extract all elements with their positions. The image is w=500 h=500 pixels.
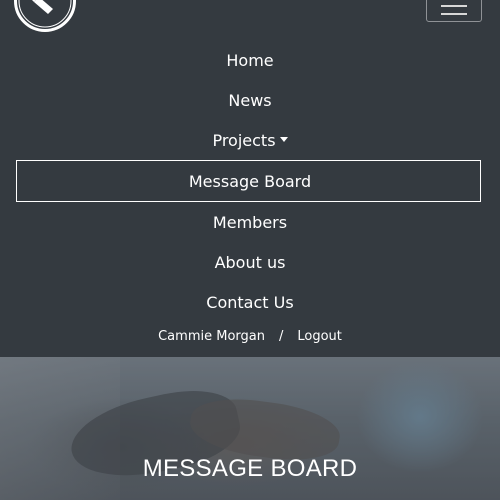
navbar: Home News Projects Message Board Members… bbox=[0, 0, 500, 357]
menu-toggle-button[interactable] bbox=[426, 0, 482, 22]
caret-down-icon bbox=[279, 137, 288, 142]
user-name-link[interactable]: Cammie Morgan bbox=[158, 329, 265, 344]
nav-link-projects-label: Projects bbox=[212, 131, 276, 150]
hero-banner: MESSAGE BOARD bbox=[0, 357, 500, 500]
nav-link-contact-us[interactable]: Contact Us bbox=[0, 293, 500, 313]
nav-link-projects[interactable]: Projects bbox=[0, 131, 500, 151]
hamburger-icon-bar bbox=[441, 5, 467, 7]
nav-link-about-us[interactable]: About us bbox=[0, 253, 500, 273]
nav-link-message-board[interactable]: Message Board bbox=[0, 172, 500, 192]
nav-link-members[interactable]: Members bbox=[0, 213, 500, 233]
logout-link[interactable]: Logout bbox=[297, 329, 342, 344]
user-row: Cammie Morgan / Logout bbox=[0, 328, 500, 346]
hamburger-icon-bar bbox=[441, 13, 467, 15]
nav-link-home[interactable]: Home bbox=[0, 51, 500, 71]
nav-link-news[interactable]: News bbox=[0, 91, 500, 111]
hero-title: MESSAGE BOARD bbox=[142, 455, 358, 482]
site-logo[interactable] bbox=[14, 0, 76, 32]
user-row-separator: / bbox=[278, 329, 284, 344]
